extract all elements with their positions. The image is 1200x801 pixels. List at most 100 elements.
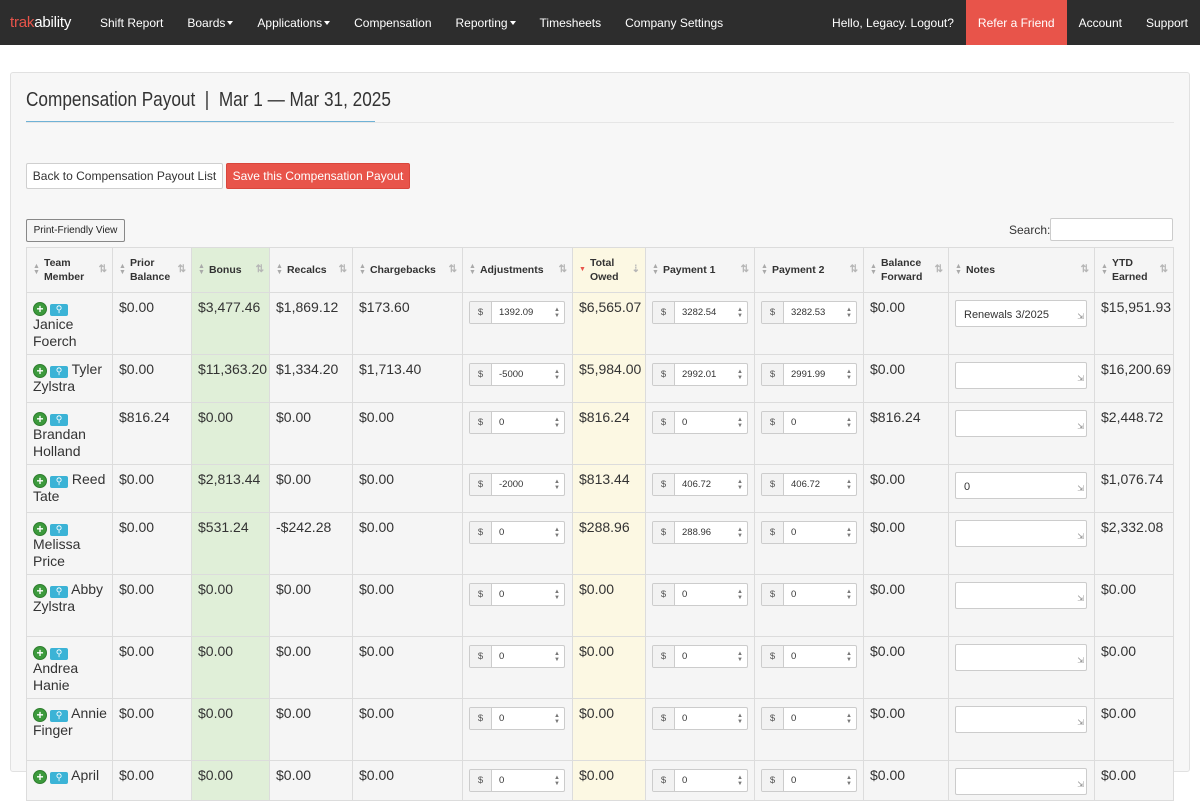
payment-1-input[interactable]: $2992.01 ▲ ▼ [652, 363, 748, 386]
payment-1-input[interactable]: $288.96 ▲ ▼ [652, 521, 748, 544]
payment-2-input[interactable]: $0 ▲ ▼ [761, 521, 857, 544]
member-last-name[interactable]: Hanie [33, 677, 70, 693]
member-last-name[interactable]: Tate [33, 488, 59, 504]
logout-link[interactable]: Hello, Legacy. Logout? [820, 0, 966, 45]
add-icon[interactable]: + [33, 770, 47, 784]
payment-2-input[interactable]: $3282.53 ▲ ▼ [761, 301, 857, 324]
add-icon[interactable]: + [33, 474, 47, 488]
member-last-name[interactable]: Zylstra [33, 598, 75, 614]
add-icon[interactable]: + [33, 302, 47, 316]
spinner-arrows-icon[interactable]: ▲ ▼ [550, 584, 564, 605]
save-payout-button[interactable]: Save this Compensation Payout [226, 163, 410, 189]
col-payment-2[interactable]: ▲ ▼ Payment 2 ⇅ [754, 247, 864, 293]
spinner-arrows-icon[interactable]: ▲ ▼ [842, 646, 856, 667]
spinner-arrows-icon[interactable]: ▲ ▼ [550, 412, 564, 433]
payment-1-input[interactable]: $406.72 ▲ ▼ [652, 473, 748, 496]
search-icon[interactable]: ⚲ [50, 585, 68, 598]
notes-textarea[interactable]: 0 ⇲ [955, 472, 1087, 499]
spinner-arrows-icon[interactable]: ▲ ▼ [733, 522, 747, 543]
member-first-name[interactable]: Annie [71, 705, 107, 721]
payment-1-input[interactable]: $0 ▲ ▼ [652, 583, 748, 606]
adjustment-input[interactable]: $0 ▲ ▼ [469, 707, 565, 730]
print-friendly-button[interactable]: Print-Friendly View [26, 219, 125, 242]
add-icon[interactable]: + [33, 412, 47, 426]
payment-1-input[interactable]: $0 ▲ ▼ [652, 707, 748, 730]
spinner-arrows-icon[interactable]: ▲ ▼ [733, 302, 747, 323]
member-last-name[interactable]: Price [33, 553, 65, 569]
col-notes[interactable]: ▲ ▼ Notes ⇅ [948, 247, 1095, 293]
adjustment-input[interactable]: $1392.09 ▲ ▼ [469, 301, 565, 324]
search-icon[interactable]: ⚲ [50, 303, 68, 316]
nav-company-settings[interactable]: Company Settings [613, 0, 735, 45]
payment-2-input[interactable]: $0 ▲ ▼ [761, 707, 857, 730]
search-icon[interactable]: ⚲ [50, 475, 68, 488]
adjustment-input[interactable]: $0 ▲ ▼ [469, 411, 565, 434]
nav-boards[interactable]: Boards [175, 0, 245, 45]
spinner-arrows-icon[interactable]: ▲ ▼ [842, 522, 856, 543]
member-first-name[interactable]: April [71, 767, 99, 783]
member-first-name[interactable]: Reed [72, 471, 105, 487]
add-icon[interactable]: + [33, 708, 47, 722]
nav-reporting[interactable]: Reporting [444, 0, 528, 45]
adjustment-input[interactable]: $0 ▲ ▼ [469, 521, 565, 544]
notes-textarea[interactable]: ⇲ [955, 582, 1087, 609]
spinner-arrows-icon[interactable]: ▲ ▼ [842, 474, 856, 495]
col-total-owed[interactable]: ▼ Total Owed ⇣ [572, 247, 646, 293]
payment-1-input[interactable]: $0 ▲ ▼ [652, 645, 748, 668]
search-icon[interactable]: ⚲ [50, 365, 68, 378]
member-last-name[interactable]: Finger [33, 722, 73, 738]
payment-2-input[interactable]: $0 ▲ ▼ [761, 769, 857, 792]
spinner-arrows-icon[interactable]: ▲ ▼ [733, 646, 747, 667]
search-icon[interactable]: ⚲ [50, 647, 68, 660]
spinner-arrows-icon[interactable]: ▲ ▼ [842, 364, 856, 385]
payment-2-input[interactable]: $2991.99 ▲ ▼ [761, 363, 857, 386]
spinner-arrows-icon[interactable]: ▲ ▼ [733, 364, 747, 385]
resize-grip-icon[interactable]: ⇲ [1077, 528, 1084, 545]
nav-compensation[interactable]: Compensation [342, 0, 443, 45]
search-icon[interactable]: ⚲ [50, 523, 68, 536]
spinner-arrows-icon[interactable]: ▲ ▼ [733, 474, 747, 495]
spinner-arrows-icon[interactable]: ▲ ▼ [550, 646, 564, 667]
member-first-name[interactable]: Tyler [72, 361, 102, 377]
notes-textarea[interactable]: ⇲ [955, 520, 1087, 547]
resize-grip-icon[interactable]: ⇲ [1077, 652, 1084, 669]
adjustment-input[interactable]: $ -5000 ▲ ▼ [469, 363, 565, 386]
payment-1-input[interactable]: $3282.54 ▲ ▼ [652, 301, 748, 324]
col-chargebacks[interactable]: ▲ ▼ Chargebacks ⇅ [352, 247, 463, 293]
col-prior-balance[interactable]: ▲ ▼ Prior Balance ⇅ [112, 247, 192, 293]
resize-grip-icon[interactable]: ⇲ [1077, 590, 1084, 607]
search-input[interactable] [1050, 218, 1173, 241]
spinner-arrows-icon[interactable]: ▲ ▼ [733, 584, 747, 605]
payment-1-input[interactable]: $0 ▲ ▼ [652, 769, 748, 792]
adjustment-input[interactable]: $0 ▲ ▼ [469, 645, 565, 668]
add-icon[interactable]: + [33, 646, 47, 660]
resize-grip-icon[interactable]: ⇲ [1077, 418, 1084, 435]
spinner-arrows-icon[interactable]: ▲ ▼ [842, 584, 856, 605]
notes-textarea[interactable]: Renewals 3/2025 ⇲ [955, 300, 1087, 327]
brand-logo[interactable]: trak ability [0, 0, 88, 45]
spinner-arrows-icon[interactable]: ▲ ▼ [842, 708, 856, 729]
notes-textarea[interactable]: ⇲ [955, 644, 1087, 671]
spinner-arrows-icon[interactable]: ▲ ▼ [550, 708, 564, 729]
resize-grip-icon[interactable]: ⇲ [1077, 308, 1084, 325]
adjustment-input[interactable]: $0 ▲ ▼ [469, 583, 565, 606]
nav-support[interactable]: Support [1134, 0, 1200, 45]
col-adjustments[interactable]: ▲ ▼ Adjustments ⇅ [462, 247, 573, 293]
member-last-name[interactable]: Zylstra [33, 378, 75, 394]
col-recalcs[interactable]: ▲ ▼ Recalcs ⇅ [269, 247, 353, 293]
spinner-arrows-icon[interactable]: ▲ ▼ [842, 770, 856, 791]
col-payment-1[interactable]: ▲ ▼ Payment 1 ⇅ [645, 247, 755, 293]
search-icon[interactable]: ⚲ [50, 413, 68, 426]
search-icon[interactable]: ⚲ [50, 709, 68, 722]
spinner-arrows-icon[interactable]: ▲ ▼ [550, 770, 564, 791]
member-last-name[interactable]: Holland [33, 443, 80, 459]
spinner-arrows-icon[interactable]: ▲ ▼ [550, 474, 564, 495]
member-first-name[interactable]: Andrea [33, 660, 78, 676]
nav-shift-report[interactable]: Shift Report [88, 0, 175, 45]
refer-a-friend-button[interactable]: Refer a Friend [965, 0, 1067, 45]
spinner-arrows-icon[interactable]: ▲ ▼ [550, 302, 564, 323]
spinner-arrows-icon[interactable]: ▲ ▼ [550, 522, 564, 543]
adjustment-input[interactable]: $ -2000 ▲ ▼ [469, 473, 565, 496]
member-first-name[interactable]: Brandan [33, 426, 86, 442]
add-icon[interactable]: + [33, 584, 47, 598]
